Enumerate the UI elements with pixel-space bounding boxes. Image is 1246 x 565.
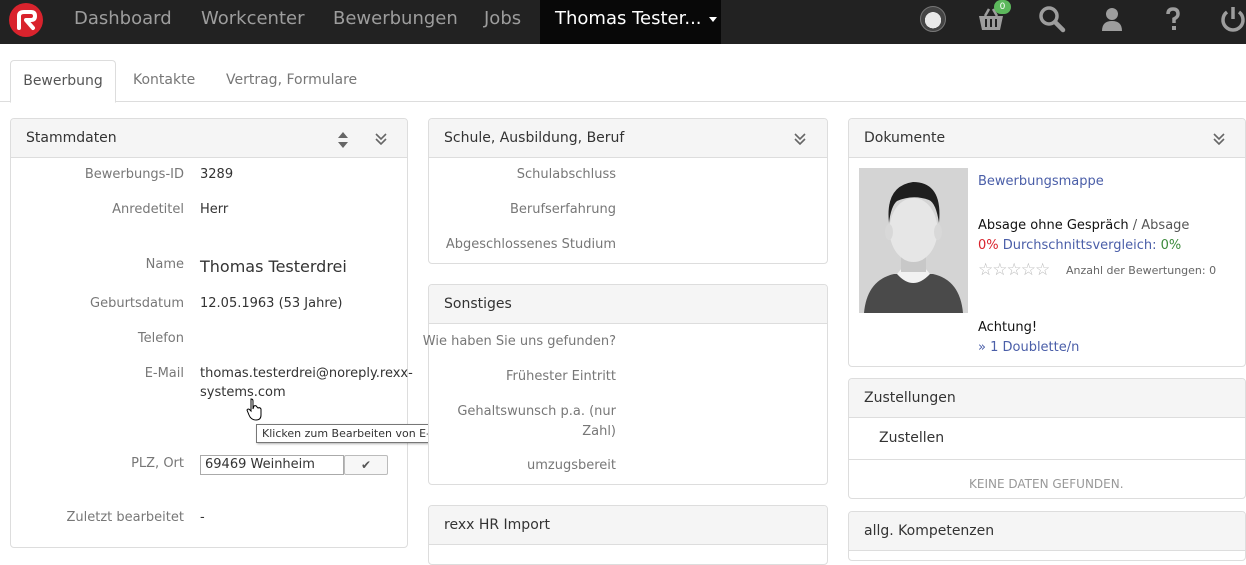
candidate-photo[interactable]: [859, 168, 968, 313]
label-abgeschlossenes-studium: Abgeschlossenes Studium: [445, 237, 616, 252]
user-icon[interactable]: [1097, 4, 1127, 34]
value-email-line2[interactable]: systems.com: [200, 385, 286, 400]
nav-dashboard[interactable]: Dashboard: [74, 0, 172, 44]
power-icon[interactable]: [1218, 4, 1246, 34]
search-icon[interactable]: [1037, 4, 1067, 34]
plz-ort-input[interactable]: 69469 Weinheim: [200, 455, 344, 475]
tab-vertrag-formulare[interactable]: Vertrag, Formulare: [226, 60, 357, 102]
schule-title: Schule, Ausbildung, Beruf: [444, 130, 625, 146]
rexx-import-title: rexx HR Import: [444, 517, 551, 533]
label-name: Name: [145, 257, 184, 272]
nav-jobs[interactable]: Jobs: [484, 0, 521, 44]
rating-stars[interactable]: ☆☆☆☆☆: [978, 260, 1050, 280]
zustellungen-header: Zustellungen: [849, 379, 1245, 418]
label-plz-ort: PLZ, Ort: [131, 456, 184, 471]
rexx-import-panel: rexx HR Import: [428, 505, 828, 565]
nav-candidate-label: Thomas Tester...: [555, 8, 702, 29]
tab-bewerbung[interactable]: Bewerbung: [10, 60, 116, 103]
top-navbar: Dashboard Workcenter Bewerbungen Jobs Th…: [0, 0, 1246, 44]
label-telefon: Telefon: [137, 331, 184, 346]
bewerbungsmappe-link[interactable]: Bewerbungsmappe: [978, 174, 1104, 189]
stammdaten-title: Stammdaten: [26, 130, 117, 146]
achtung-label: Achtung!: [978, 320, 1038, 335]
help-icon[interactable]: [1158, 4, 1188, 34]
absage-status-rest: / Absage: [1128, 218, 1190, 233]
anzahl-bewertungen: Anzahl der Bewertungen: 0: [1066, 264, 1217, 277]
rexx-import-header: rexx HR Import: [429, 506, 827, 545]
sonstiges-header: Sonstiges: [429, 285, 827, 324]
value-zuletzt-bearbeitet: -: [200, 510, 205, 525]
nav-candidate-dropdown[interactable]: Thomas Tester...: [540, 0, 721, 44]
label-wie-gefunden: Wie haben Sie uns gefunden?: [422, 334, 616, 349]
sort-icon[interactable]: [337, 131, 349, 149]
stammdaten-header: Stammdaten: [11, 119, 407, 158]
dokumente-header: Dokumente: [849, 119, 1245, 158]
label-umzugsbereit: umzugsbereit: [526, 458, 616, 473]
double-chevron-down-icon[interactable]: [375, 133, 387, 145]
tab-kontakte[interactable]: Kontakte: [133, 60, 195, 102]
doublette-link[interactable]: » 1 Doublette/n: [978, 340, 1079, 355]
value-anredetitel[interactable]: Herr: [200, 202, 228, 217]
rexx-logo-icon[interactable]: [9, 3, 43, 37]
durchschnittsvergleich-link[interactable]: Durchschnittsvergleich:: [1003, 238, 1157, 253]
checkmark-icon: ✔: [360, 458, 372, 472]
stammdaten-panel: Stammdaten: [10, 118, 408, 548]
kompetenzen-header: allg. Kompetenzen: [849, 512, 1245, 551]
plz-ort-save-button[interactable]: ✔: [344, 455, 388, 475]
nav-bewerbungen[interactable]: Bewerbungen: [333, 0, 458, 44]
sonstiges-title: Sonstiges: [444, 296, 512, 312]
durchschnittsvergleich-value: 0%: [1160, 238, 1182, 253]
value-email-line1[interactable]: thomas.testerdrei@noreply.rexx-: [200, 366, 413, 381]
sonstiges-panel: Sonstiges: [428, 284, 828, 485]
tab-bar: Bewerbung Kontakte Vertrag, Formulare: [0, 60, 1246, 103]
hand-pointer-cursor-icon: [246, 398, 262, 421]
value-geburtsdatum[interactable]: 12.05.1963 (53 Jahre): [200, 296, 342, 311]
nav-workcenter[interactable]: Workcenter: [201, 0, 305, 44]
bewertung-percent: 0%: [978, 238, 999, 253]
absage-status-bold: Absage ohne Gespräch: [978, 218, 1129, 233]
label-zuletzt-bearbeitet: Zuletzt bearbeitet: [66, 510, 184, 525]
value-bewerbungs-id: 3289: [200, 167, 234, 182]
label-gehaltswunsch-line2: Zahl): [582, 424, 616, 439]
user-avatar[interactable]: [920, 6, 946, 32]
double-chevron-down-icon[interactable]: [1213, 133, 1225, 145]
kompetenzen-panel: allg. Kompetenzen: [848, 511, 1246, 561]
label-geburtsdatum: Geburtsdatum: [90, 296, 184, 311]
label-fruehester-eintritt: Frühester Eintritt: [505, 369, 616, 384]
label-berufserfahrung: Berufserfahrung: [509, 202, 616, 217]
bewertung-line: 0% Durchschnittsvergleich: 0%: [978, 238, 1181, 253]
label-email: E-Mail: [144, 366, 184, 381]
label-schulabschluss: Schulabschluss: [516, 167, 616, 182]
label-gehaltswunsch: Gehaltswunsch p.a. (nur: [457, 404, 616, 419]
schule-header: Schule, Ausbildung, Beruf: [429, 119, 827, 158]
absage-status: Absage ohne Gespräch / Absage: [978, 218, 1189, 233]
zustellen-label[interactable]: Zustellen: [879, 430, 944, 446]
keine-daten-label: KEINE DATEN GEFUNDEN.: [969, 477, 1124, 491]
label-bewerbungs-id: Bewerbungs-ID: [84, 167, 184, 182]
label-anredetitel: Anredetitel: [112, 202, 184, 217]
double-chevron-down-icon[interactable]: [794, 133, 806, 145]
cart-count-badge: 0: [994, 0, 1011, 14]
zustellungen-title: Zustellungen: [864, 390, 956, 406]
dokumente-title: Dokumente: [864, 130, 946, 146]
value-name[interactable]: Thomas Testerdrei: [200, 257, 347, 276]
kompetenzen-title: allg. Kompetenzen: [864, 523, 995, 539]
caret-down-icon: [708, 16, 717, 22]
